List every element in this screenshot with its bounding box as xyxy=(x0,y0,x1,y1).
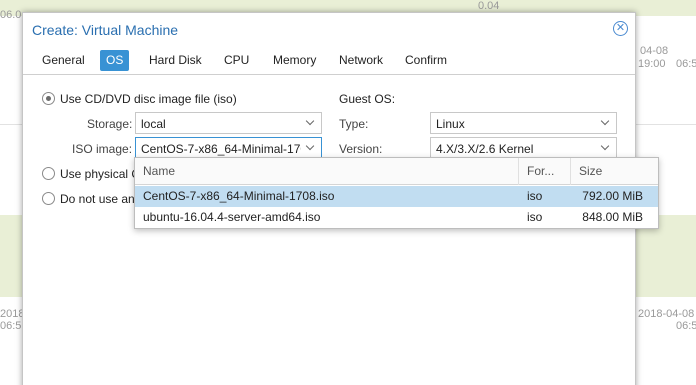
tab-memory[interactable]: Memory xyxy=(267,50,322,71)
tab-cpu[interactable]: CPU xyxy=(218,50,255,71)
bg-axis-label: 0.04 xyxy=(478,0,500,12)
chevron-down-icon[interactable] xyxy=(600,142,612,154)
iso-image-select[interactable]: CentOS-7-x86_64-Minimal-170 xyxy=(135,137,322,159)
dialog-title: Create: Virtual Machine xyxy=(32,22,179,38)
os-version-select[interactable]: 4.X/3.X/2.6 Kernel xyxy=(430,137,617,159)
close-icon[interactable]: ✕ xyxy=(613,21,628,36)
iso-row-size: 848.00 MiB xyxy=(582,210,643,224)
iso-picker-dropdown: Name For... Size CentOS-7-x86_64-Minimal… xyxy=(134,157,659,229)
guest-os-heading: Guest OS: xyxy=(339,92,396,106)
bg-axis-label: 06:5 xyxy=(0,320,22,332)
tab-confirm[interactable]: Confirm xyxy=(399,50,453,71)
storage-label: Storage: xyxy=(87,117,133,131)
tab-hard-disk[interactable]: Hard Disk xyxy=(143,50,208,71)
iso-row-name: ubuntu-16.04.4-server-amd64.iso xyxy=(143,210,321,224)
tab-general[interactable]: General xyxy=(36,50,91,71)
no-media-radio[interactable] xyxy=(42,192,55,205)
iso-radio-label[interactable]: Use CD/DVD disc image file (iso) xyxy=(60,92,237,106)
bg-axis-label: 04-08 xyxy=(640,45,669,57)
os-type-label: Type: xyxy=(339,117,369,131)
os-version-value: 4.X/3.X/2.6 Kernel xyxy=(436,142,534,156)
dialog-header: Create: Virtual Machine ✕ xyxy=(23,13,635,45)
bg-axis-label: 06.0 xyxy=(0,9,22,21)
bg-axis-label: 06:5 xyxy=(676,320,696,332)
iso-row-size: 792.00 MiB xyxy=(582,189,643,203)
os-type-value: Linux xyxy=(436,117,465,131)
tab-os[interactable]: OS xyxy=(100,50,130,71)
iso-row-format: iso xyxy=(527,210,543,224)
column-header-size[interactable]: Size xyxy=(571,158,658,185)
iso-row[interactable]: CentOS-7-x86_64-Minimal-1708.iso iso 792… xyxy=(135,186,658,207)
iso-picker-header: Name For... Size xyxy=(135,158,658,185)
bg-axis-label: 19:00 xyxy=(638,58,666,70)
iso-radio[interactable] xyxy=(42,92,55,105)
os-type-select[interactable]: Linux xyxy=(430,112,617,134)
tab-network[interactable]: Network xyxy=(333,50,389,71)
iso-row-name: CentOS-7-x86_64-Minimal-1708.iso xyxy=(143,189,335,203)
bg-axis-label: 2018-04-08 xyxy=(638,308,695,320)
physical-drive-radio-label[interactable]: Use physical C xyxy=(60,167,140,181)
storage-value: local xyxy=(141,117,166,131)
iso-row-format: iso xyxy=(527,189,543,203)
iso-row[interactable]: ubuntu-16.04.4-server-amd64.iso iso 848.… xyxy=(135,207,658,228)
storage-select[interactable]: local xyxy=(135,112,322,134)
chevron-down-icon[interactable] xyxy=(600,117,612,129)
column-header-name[interactable]: Name xyxy=(135,158,519,185)
no-media-radio-label[interactable]: Do not use any xyxy=(60,192,141,206)
column-header-format[interactable]: For... xyxy=(519,158,571,185)
iso-image-value: CentOS-7-x86_64-Minimal-170 xyxy=(141,142,301,156)
wizard-tabs: General OS Hard Disk CPU Memory Network … xyxy=(23,47,635,75)
os-version-label: Version: xyxy=(339,142,383,156)
chevron-down-icon[interactable] xyxy=(305,142,317,154)
physical-drive-radio[interactable] xyxy=(42,167,55,180)
iso-image-label: ISO image: xyxy=(72,142,133,156)
chevron-down-icon[interactable] xyxy=(305,117,317,129)
bg-axis-label: 06:5 xyxy=(676,58,696,70)
